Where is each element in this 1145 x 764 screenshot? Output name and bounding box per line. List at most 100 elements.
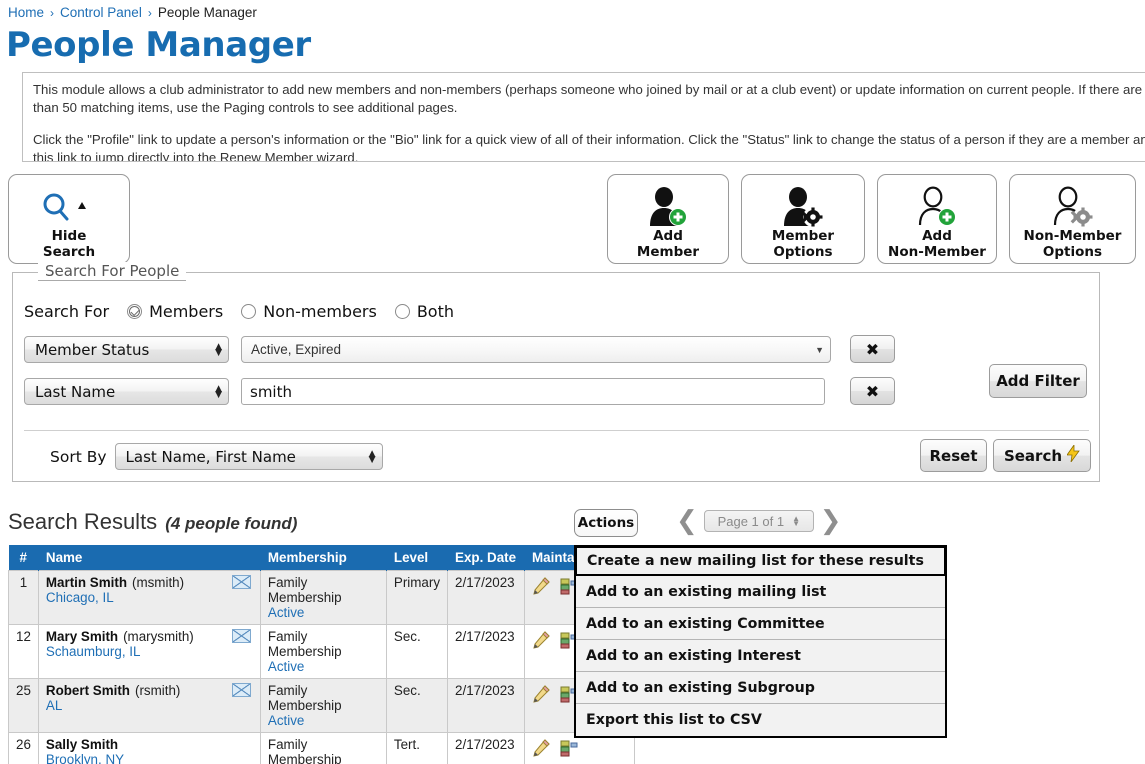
- description-paragraph-2: Click the "Profile" link to update a per…: [33, 132, 1145, 162]
- radio-both[interactable]: Both: [394, 302, 455, 321]
- row-username: (rsmith): [134, 682, 181, 698]
- chevron-right-icon: ›: [147, 5, 152, 20]
- row-status-link[interactable]: Active: [268, 605, 379, 620]
- person-outline-add-icon: [913, 184, 961, 230]
- add-non-member-label-line2: Non-Member: [888, 244, 986, 260]
- row-maintain-actions: [532, 737, 627, 760]
- filter-field-select-0[interactable]: Member Status ▲ ▼: [24, 336, 229, 363]
- person-outline-gear-icon: [1049, 184, 1097, 230]
- search-panel-legend: Search For People: [38, 262, 187, 281]
- add-filter-button[interactable]: Add Filter: [989, 364, 1087, 398]
- menu-item-add-existing-interest[interactable]: Add to an existing Interest: [576, 640, 945, 672]
- row-status-link[interactable]: Active: [268, 713, 379, 728]
- column-header-exp-date[interactable]: Exp. Date: [447, 545, 526, 570]
- add-member-label-line1: Add: [653, 228, 683, 244]
- row-person-name[interactable]: Martin Smith: [46, 575, 127, 590]
- email-icon[interactable]: [231, 683, 251, 697]
- column-header-num[interactable]: #: [8, 545, 39, 570]
- search-button[interactable]: Search: [993, 439, 1091, 472]
- edit-pencil-icon[interactable]: [532, 576, 550, 598]
- remove-filter-button-1[interactable]: ✖: [850, 377, 895, 405]
- add-member-button[interactable]: Add Member: [607, 174, 729, 264]
- person-add-icon: [644, 184, 692, 230]
- email-icon[interactable]: [231, 629, 251, 643]
- table-row[interactable]: 12 Mary Smith (marysmith) Schaumburg, IL…: [8, 623, 636, 679]
- row-person-name[interactable]: Robert Smith: [46, 683, 130, 698]
- row-person-name[interactable]: Sally Smith: [46, 737, 118, 752]
- chevron-right-icon: ›: [50, 5, 55, 20]
- chevron-down-icon: ▼: [815, 344, 824, 355]
- row-exp-date: 2/17/2023: [447, 677, 526, 733]
- actions-label: Actions: [577, 515, 635, 531]
- row-level: Tert.: [385, 731, 449, 764]
- row-membership: Family Membership: [267, 682, 342, 713]
- edit-pencil-icon[interactable]: [532, 738, 550, 760]
- breadcrumb-item-home[interactable]: Home: [8, 5, 44, 20]
- radio-both-icon[interactable]: [394, 304, 410, 319]
- organization-chart-icon[interactable]: [560, 739, 578, 760]
- row-name-line: Martin Smith (msmith): [46, 575, 253, 590]
- radio-members[interactable]: Members: [127, 302, 223, 321]
- menu-item-create-mailing-list[interactable]: Create a new mailing list for these resu…: [575, 546, 946, 576]
- table-row[interactable]: 25 Robert Smith (rsmith) AL Family Membe…: [8, 677, 636, 733]
- magnifier-up-icon: [38, 184, 100, 230]
- sort-by-row: Sort By Last Name, First Name ▲ ▼: [50, 443, 383, 470]
- add-non-member-label-line1: Add: [922, 228, 952, 244]
- breadcrumb-item-people-manager: People Manager: [157, 5, 257, 20]
- row-membership-cell: Family Membership Active: [259, 569, 387, 625]
- row-location: Schaumburg, IL: [45, 643, 141, 659]
- filter-value-input-1[interactable]: smith: [241, 378, 825, 405]
- menu-item-add-existing-committee[interactable]: Add to an existing Committee: [576, 608, 945, 640]
- email-icon[interactable]: [231, 575, 251, 589]
- member-options-label-line1: Member: [771, 228, 835, 244]
- table-row[interactable]: 1 Martin Smith (msmith) Chicago, IL Fami…: [8, 569, 636, 625]
- member-options-button[interactable]: Member Options: [741, 174, 865, 264]
- row-status-link[interactable]: Active: [268, 659, 379, 674]
- filter-value-combo-0[interactable]: Active, Expired ▼: [241, 336, 831, 363]
- row-exp-date: 2/17/2023: [447, 731, 526, 764]
- menu-item-add-existing-mailing-list[interactable]: Add to an existing mailing list: [576, 576, 945, 608]
- hide-search-label-line1: Hide: [51, 228, 87, 244]
- row-membership-cell: Family Membership Active: [259, 731, 387, 764]
- sort-by-value: Last Name, First Name: [125, 447, 296, 466]
- radio-both-label: Both: [416, 302, 455, 321]
- menu-item-add-existing-subgroup[interactable]: Add to an existing Subgroup: [576, 672, 945, 704]
- radio-non-members[interactable]: Non-members: [241, 302, 377, 321]
- column-header-name[interactable]: Name: [38, 545, 261, 570]
- row-location: Chicago, IL: [45, 589, 114, 605]
- add-non-member-button[interactable]: Add Non-Member: [877, 174, 997, 264]
- radio-members-icon[interactable]: [127, 304, 143, 319]
- chevron-left-icon[interactable]: ❮: [676, 508, 698, 534]
- column-header-membership[interactable]: Membership: [260, 545, 387, 570]
- stepper-arrows-icon: ▲ ▼: [215, 383, 222, 400]
- radio-non-members-icon[interactable]: [241, 304, 257, 319]
- filter-field-select-1[interactable]: Last Name ▲ ▼: [24, 378, 229, 405]
- breadcrumb: Home › Control Panel › People Manager: [8, 5, 257, 20]
- actions-button[interactable]: Actions: [574, 509, 638, 537]
- add-member-label-line2: Member: [636, 244, 700, 260]
- row-name-cell: Robert Smith (rsmith) AL: [37, 677, 261, 733]
- row-num: 1: [8, 569, 39, 625]
- breadcrumb-item-control-panel[interactable]: Control Panel: [60, 5, 142, 20]
- column-header-level[interactable]: Level: [386, 545, 449, 570]
- person-gear-icon: [779, 184, 827, 230]
- search-label: Search: [1003, 446, 1063, 465]
- page-selector[interactable]: Page 1 of 1 ▲ ▼: [703, 510, 814, 532]
- results-count: (4 people found): [165, 514, 298, 533]
- edit-pencil-icon[interactable]: [532, 684, 550, 706]
- edit-pencil-icon[interactable]: [532, 630, 550, 652]
- reset-button[interactable]: Reset: [920, 439, 987, 472]
- table-row[interactable]: 26 Sally Smith Brooklyn, NY Family Membe…: [8, 731, 636, 764]
- remove-filter-button-0[interactable]: ✖: [850, 335, 895, 363]
- results-heading-label: Search Results: [8, 509, 158, 534]
- row-person-name[interactable]: Mary Smith: [46, 629, 118, 644]
- chevron-right-icon[interactable]: ❯: [820, 508, 842, 534]
- non-member-options-button[interactable]: Non-Member Options: [1009, 174, 1136, 264]
- stepper-arrows-icon: ▲ ▼: [215, 341, 222, 358]
- menu-item-export-csv[interactable]: Export this list to CSV: [576, 704, 945, 736]
- member-options-label-line2: Options: [773, 244, 833, 260]
- sort-by-select[interactable]: Last Name, First Name ▲ ▼: [114, 443, 383, 470]
- hide-search-button[interactable]: Hide Search: [8, 174, 130, 264]
- radio-members-label: Members: [149, 302, 224, 321]
- row-name-cell: Sally Smith Brooklyn, NY: [37, 731, 261, 764]
